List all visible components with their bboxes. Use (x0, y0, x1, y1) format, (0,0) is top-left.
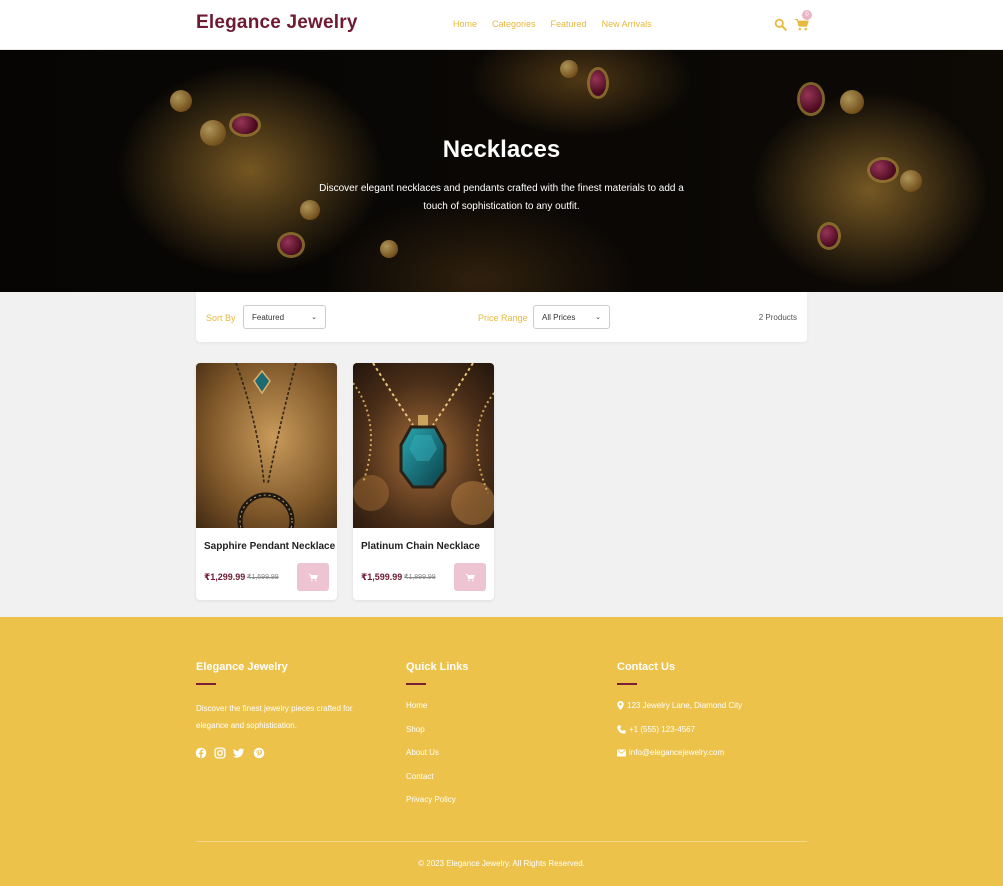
envelope-icon (617, 748, 626, 757)
site-footer: Elegance Jewelry Discover the finest jew… (0, 617, 1003, 886)
product-name[interactable]: Sapphire Pendant Necklace (204, 541, 335, 552)
footer-title-underline (196, 683, 216, 685)
footer-quick-links-title: Quick Links (406, 661, 469, 673)
copyright-text: © 2023 Elegance Jewelry. All Rights Rese… (418, 859, 585, 868)
product-name[interactable]: Platinum Chain Necklace (361, 541, 480, 552)
product-price: ₹1,299.99 (204, 572, 246, 582)
cart-count-badge: 0 (802, 10, 812, 20)
site-logo[interactable]: Elegance Jewelry (196, 12, 358, 34)
sapphire-pendant-image (196, 363, 337, 528)
footer-title-underline (406, 683, 426, 685)
map-marker-icon (617, 701, 624, 710)
cart-icon (308, 573, 318, 581)
product-card[interactable]: Sapphire Pendant Necklace ₹1,299.99 ₹1,6… (196, 363, 337, 600)
product-count: 2 Products (758, 313, 797, 322)
footer-about-text: Discover the finest jewelry pieces craft… (196, 704, 353, 730)
price-range-label: Price Range (478, 313, 528, 323)
site-header: Elegance Jewelry Home Categories Feature… (0, 0, 1003, 50)
phone-icon (617, 725, 626, 734)
footer-email-text[interactable]: info@elegancejewelry.com (629, 748, 724, 757)
main-nav: Home Categories Featured New Arrivals (453, 19, 652, 29)
footer-phone-text: +1 (555) 123-4567 (629, 725, 696, 734)
nav-featured[interactable]: Featured (551, 19, 587, 29)
footer-link-shop[interactable]: Shop (406, 725, 425, 734)
product-old-price: ₹1,899.99 (404, 574, 436, 581)
footer-title-underline (617, 683, 637, 685)
footer-brand-title: Elegance Jewelry (196, 661, 288, 673)
product-price: ₹1,599.99 (361, 572, 403, 582)
add-to-cart-button[interactable] (454, 563, 486, 591)
add-to-cart-button[interactable] (297, 563, 329, 591)
hero-overlay (0, 50, 1003, 292)
nav-categories[interactable]: Categories (492, 19, 536, 29)
footer-address: 123 Jewelry Lane, Diamond City (617, 701, 742, 710)
cart-icon (465, 573, 475, 581)
page-title: Necklaces (442, 136, 561, 163)
footer-link-privacy[interactable]: Privacy Policy (406, 795, 456, 804)
product-image[interactable] (353, 363, 494, 528)
hero-banner: Necklaces Discover elegant necklaces and… (0, 50, 1003, 292)
sort-select-value: Featured (252, 312, 285, 322)
twitter-icon[interactable] (233, 747, 245, 759)
price-range-value: All Prices (542, 312, 576, 322)
search-icon[interactable] (774, 18, 787, 31)
nav-new-arrivals[interactable]: New Arrivals (602, 19, 652, 29)
product-card[interactable]: Platinum Chain Necklace ₹1,599.99 ₹1,899… (353, 363, 494, 600)
product-old-price: ₹1,699.99 (247, 574, 279, 581)
price-range-select[interactable]: All Prices ⌄ (533, 305, 610, 329)
product-image[interactable] (196, 363, 337, 528)
chevron-down-icon: ⌄ (311, 314, 317, 321)
page-subtitle: Discover elegant necklaces and pendants … (319, 183, 684, 212)
footer-divider (196, 841, 807, 842)
nav-home[interactable]: Home (453, 19, 477, 29)
footer-link-home[interactable]: Home (406, 701, 427, 710)
filter-bar: Sort By Featured ⌄ Price Range All Price… (196, 292, 807, 342)
pinterest-icon[interactable] (253, 747, 265, 759)
footer-address-text: 123 Jewelry Lane, Diamond City (627, 701, 743, 710)
footer-link-about[interactable]: About Us (406, 748, 439, 757)
sort-select[interactable]: Featured ⌄ (243, 305, 326, 329)
footer-link-contact[interactable]: Contact (406, 772, 434, 781)
footer-phone: +1 (555) 123-4567 (617, 725, 695, 734)
sort-label: Sort By (206, 313, 236, 323)
chevron-down-icon: ⌄ (595, 314, 601, 321)
footer-email[interactable]: info@elegancejewelry.com (617, 748, 724, 757)
footer-contact-title: Contact Us (617, 661, 676, 673)
facebook-icon[interactable] (195, 747, 207, 759)
platinum-chain-image (353, 363, 494, 528)
instagram-icon[interactable] (214, 747, 226, 759)
